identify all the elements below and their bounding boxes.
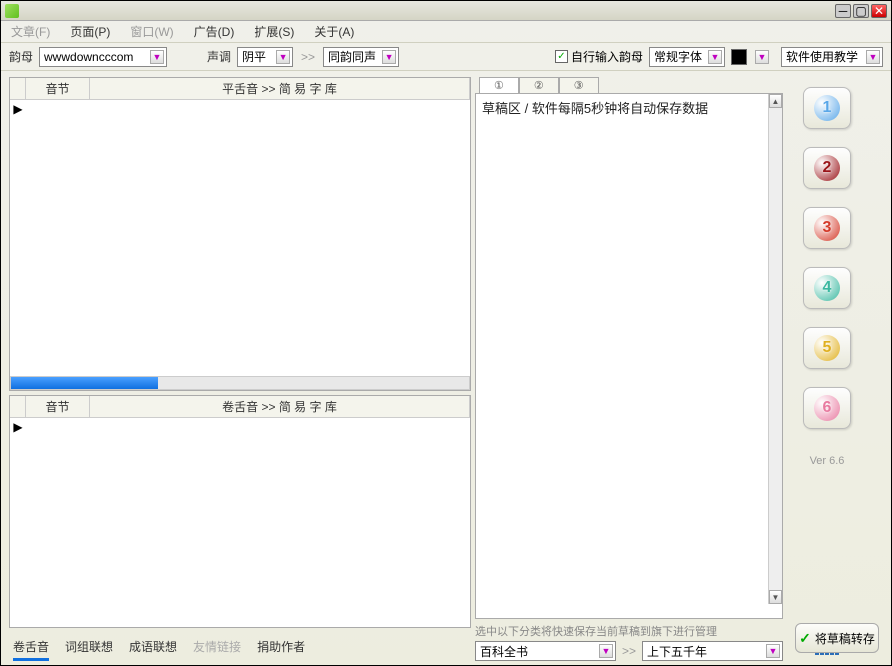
category1-combo[interactable]: 百科全书 ▼ [475,641,616,661]
scrollbar-vertical[interactable]: ▲ ▼ [768,94,782,604]
progress-bar [11,377,158,389]
tutorial-value: 软件使用教学 [786,48,864,65]
dropdown-icon[interactable]: ▼ [755,50,769,64]
tab-donate[interactable]: 捐助作者 [257,638,305,661]
yunmu-label: 韵母 [9,48,33,65]
minimize-button[interactable]: ─ [835,4,851,18]
tab-idiom[interactable]: 成语联想 [129,638,177,661]
col-curl-header[interactable]: 卷舌音 >> 简 易 字 库 [90,396,470,417]
slot-button-2[interactable]: 2 [803,147,851,189]
save-button-label: 将草稿转存 [815,630,875,647]
category2-combo[interactable]: 上下五千年 ▼ [642,641,783,661]
slot-button-3[interactable]: 3 [803,207,851,249]
check-icon: ✓ [799,630,811,647]
shengdiao-value: 阴平 [242,48,274,65]
dropdown-icon[interactable]: ▼ [766,644,780,658]
slot-button-5[interactable]: 5 [803,327,851,369]
gt-icon: >> [620,644,638,658]
menu-page[interactable]: 页面(P) [66,21,114,42]
maximize-button[interactable]: ▢ [853,4,869,18]
draft-tabs: ① ② ③ [479,77,783,93]
shengdiao-label: 声调 [207,48,231,65]
flat-tongue-pane: 音节 平舌音 >> 简 易 字 库 ▶ [9,77,471,391]
dropdown-icon[interactable]: ▼ [708,50,722,64]
slot-button-4[interactable]: 4 [803,267,851,309]
menu-ext[interactable]: 扩展(S) [250,21,298,42]
tutorial-combo[interactable]: 软件使用教学 ▼ [781,47,883,67]
font-combo[interactable]: 常规字体 ▼ [649,47,725,67]
dropdown-icon[interactable]: ▼ [599,644,613,658]
dropdown-icon[interactable]: ▼ [382,50,396,64]
rhyme-value: 同韵同声 [328,48,380,65]
draft-tab-1[interactable]: ① [479,77,519,93]
category2-value: 上下五千年 [647,643,764,660]
number-icon: 1 [814,95,840,121]
yunmu-combo[interactable]: ▼ [39,47,167,67]
category1-value: 百科全书 [480,643,597,660]
number-icon: 2 [814,155,840,181]
menu-file[interactable]: 文章(F) [7,21,54,42]
draft-content: 草稿区 / 软件每隔5秒钟将自动保存数据 [482,98,776,117]
rhyme-combo[interactable]: 同韵同声 ▼ [323,47,399,67]
tab-links[interactable]: 友情链接 [193,638,241,661]
titlebar[interactable]: ─ ▢ ✕ [1,1,891,21]
yunmu-input[interactable] [44,48,148,66]
menu-about[interactable]: 关于(A) [310,21,358,42]
dropdown-icon[interactable]: ▼ [150,50,164,64]
number-icon: 3 [814,215,840,241]
color-swatch[interactable] [731,49,747,65]
scroll-down-icon[interactable]: ▼ [769,590,782,604]
progress-track[interactable] [10,376,470,390]
draft-tab-3[interactable]: ③ [559,77,599,93]
tab-curl-tongue[interactable]: 卷舌音 [13,638,49,661]
toolbar: 韵母 ▼ 声调 阴平 ▼ >> 同韵同声 ▼ ✓ 自行输入韵母 常规字体 ▼ ▼… [1,43,891,71]
row-marker-icon: ▶ [10,418,26,436]
font-value: 常规字体 [654,48,706,65]
version-label: Ver 6.6 [810,455,845,467]
save-draft-button[interactable]: ✓ 将草稿转存 [795,623,879,653]
shengdiao-combo[interactable]: 阴平 ▼ [237,47,293,67]
right-sidebar: 1 2 3 4 5 6 Ver 6.6 [787,77,867,661]
self-input-checkbox[interactable]: ✓ 自行输入韵母 [555,48,643,65]
menu-window[interactable]: 窗口(W) [126,21,177,42]
number-icon: 5 [814,335,840,361]
category-hint: 选中以下分类将快速保存当前草稿到旗下进行管理 [475,623,783,639]
dropdown-icon[interactable]: ▼ [276,50,290,64]
slot-button-6[interactable]: 6 [803,387,851,429]
scroll-up-icon[interactable]: ▲ [769,94,782,108]
left-bottom-tabs: 卷舌音 词组联想 成语联想 友情链接 捐助作者 [9,634,471,661]
draft-tab-2[interactable]: ② [519,77,559,93]
gt-icon: >> [299,50,317,64]
slot-button-1[interactable]: 1 [803,87,851,129]
col-syllable[interactable]: 音节 [26,78,90,99]
close-button[interactable]: ✕ [871,4,887,18]
tab-phrase[interactable]: 词组联想 [65,638,113,661]
corner-cell [10,78,26,99]
col-syllable[interactable]: 音节 [26,396,90,417]
draft-textarea[interactable]: 草稿区 / 软件每隔5秒钟将自动保存数据 ▲ ▼ [475,93,783,619]
number-icon: 4 [814,275,840,301]
checkbox-icon: ✓ [555,50,568,63]
number-icon: 6 [814,395,840,421]
curl-tongue-pane: 音节 卷舌音 >> 简 易 字 库 ▶ [9,395,471,628]
col-flat-header[interactable]: 平舌音 >> 简 易 字 库 [90,78,470,99]
app-icon [5,4,19,18]
corner-cell [10,396,26,417]
menubar: 文章(F) 页面(P) 窗口(W) 广告(D) 扩展(S) 关于(A) [1,21,891,43]
menu-ad[interactable]: 广告(D) [190,21,239,42]
row-marker-icon: ▶ [10,100,26,118]
self-input-label: 自行输入韵母 [571,48,643,65]
dropdown-icon[interactable]: ▼ [866,50,880,64]
